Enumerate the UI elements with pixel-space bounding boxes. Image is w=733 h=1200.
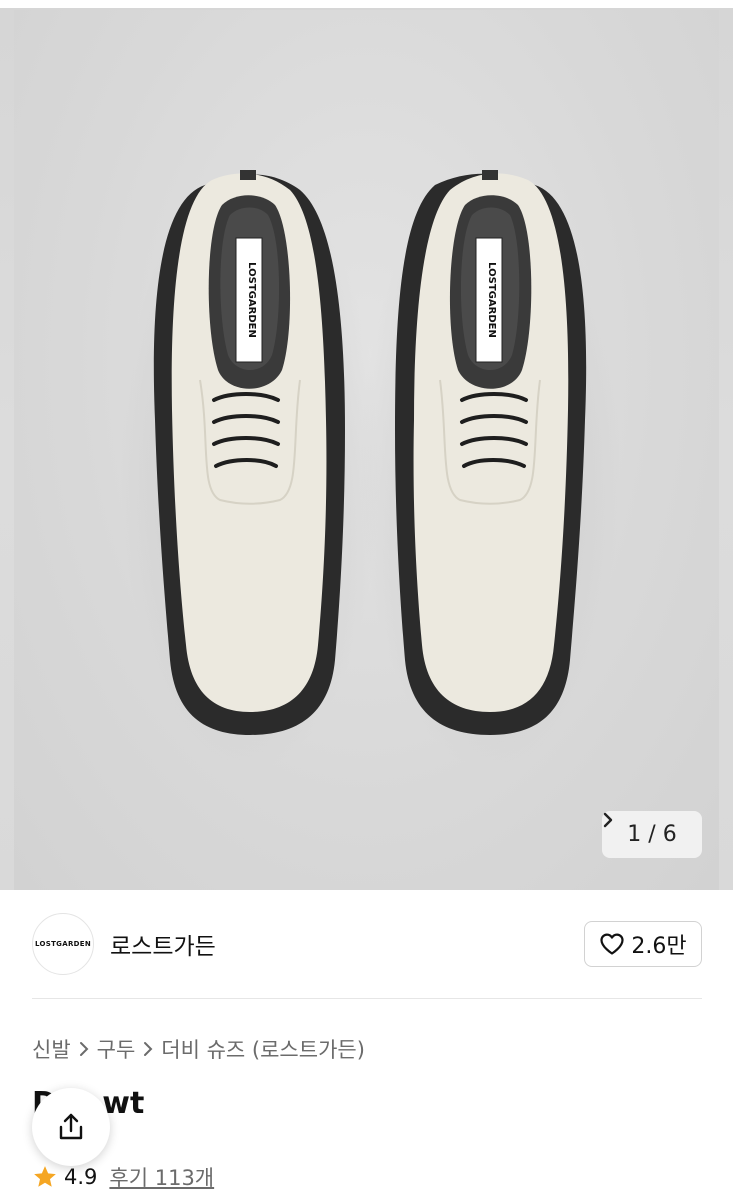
rating-value: 4.9 <box>64 1165 98 1189</box>
star-icon <box>34 1166 56 1187</box>
shop-row: LOSTGARDEN 로스트가든 2.6만 <box>32 912 702 976</box>
gallery-pager-text: 1 / 6 <box>627 822 677 847</box>
rating-row: 4.9 후기 113개 <box>32 1162 214 1192</box>
chevron-right-icon <box>79 1042 89 1056</box>
share-icon <box>59 1113 83 1140</box>
breadcrumb: 신발 구두 더비 슈즈 (로스트가든) <box>32 1034 365 1064</box>
shop-name[interactable]: 로스트가든 <box>110 927 584 961</box>
heart-icon <box>600 933 624 955</box>
shop-logo-text: LOSTGARDEN <box>35 940 91 948</box>
breadcrumb-item-dress-shoes[interactable]: 구두 <box>97 1034 136 1064</box>
breadcrumb-item-shoes[interactable]: 신발 <box>32 1034 71 1064</box>
like-button[interactable]: 2.6만 <box>584 921 702 967</box>
gallery-pager-button[interactable]: 1 / 6 <box>602 811 702 858</box>
shop-logo[interactable]: LOSTGARDEN <box>32 913 94 975</box>
share-button[interactable] <box>32 1088 110 1166</box>
product-image-gallery[interactable]: LOSTGARDEN LOSTGARDEN 1 / 6 <box>0 0 733 890</box>
divider <box>32 998 702 999</box>
shoes-illustration: LOSTGARDEN LOSTGARDEN <box>120 170 620 770</box>
svg-text:LOSTGARDEN: LOSTGARDEN <box>486 262 497 338</box>
left-shoe: LOSTGARDEN <box>153 170 345 735</box>
right-shoe: LOSTGARDEN <box>395 170 587 735</box>
chevron-right-icon <box>603 812 613 828</box>
svg-text:LOSTGARDEN: LOSTGARDEN <box>246 262 257 338</box>
breadcrumb-item-derby-shoes[interactable]: 더비 슈즈 (로스트가든) <box>161 1034 365 1064</box>
like-count: 2.6만 <box>631 934 687 959</box>
chevron-right-icon <box>144 1042 153 1056</box>
review-count-link[interactable]: 후기 113개 <box>109 1162 214 1192</box>
